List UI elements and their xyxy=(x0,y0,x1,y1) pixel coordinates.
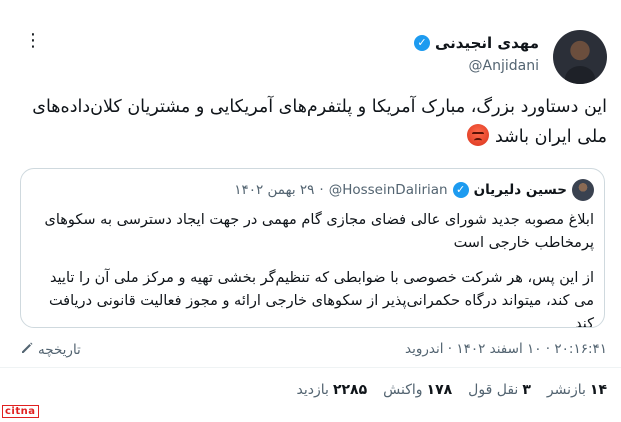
quoted-tweet[interactable]: حسین دلیریان ✓ @HosseinDalirian · ۲۹ بهم… xyxy=(20,168,605,328)
tweet-stats: ۱۴بازنشر ۳نقل قول ۱۷۸واکنش ۲۲۸۵بازدید xyxy=(297,382,607,398)
quoted-paragraph-2: از این پس، هر شرکت خصوصی با ضوابطی که تن… xyxy=(48,270,594,328)
more-options-icon[interactable]: ⋮ xyxy=(24,32,42,50)
views-stat[interactable]: ۲۲۸۵بازدید xyxy=(297,382,368,398)
divider xyxy=(0,367,621,368)
reactions-count: ۱۷۸ xyxy=(426,382,453,398)
reposts-stat[interactable]: ۱۴بازنشر xyxy=(547,382,607,398)
author-avatar[interactable] xyxy=(553,30,607,84)
quoted-author-name: حسین دلیریان xyxy=(473,182,567,198)
quotes-count: ۳ xyxy=(522,382,531,398)
quoted-author-handle: @HosseinDalirian xyxy=(328,182,448,198)
quotes-stat[interactable]: ۳نقل قول xyxy=(468,382,531,398)
quoted-verified-badge-icon: ✓ xyxy=(452,182,469,198)
angry-face-emoji-icon xyxy=(467,124,490,146)
reposts-label: بازنشر xyxy=(546,382,586,398)
author-name[interactable]: مهدی انجیدنی xyxy=(435,34,539,52)
pencil-icon xyxy=(20,341,34,359)
tweet-timestamp[interactable]: ۲۰:۱۶:۴۱ · ۱۰ اسفند ۱۴۰۲ · اندروید xyxy=(405,341,607,357)
author-name-row[interactable]: مهدی انجیدنی ✓ xyxy=(413,34,539,52)
quoted-author-avatar xyxy=(572,179,594,201)
views-label: بازدید xyxy=(296,382,329,398)
reactions-stat[interactable]: ۱۷۸واکنش xyxy=(383,382,452,398)
tweet-text-body: این دستاورد بزرگ، مبارک آمریکا و پلتفرم‌… xyxy=(32,97,607,147)
citna-logo: citna xyxy=(2,405,39,418)
reposts-count: ۱۴ xyxy=(589,382,607,398)
views-count: ۲۲۸۵ xyxy=(332,382,368,398)
edit-history-label: تاریخچه xyxy=(38,342,81,358)
tweet-header: مهدی انجیدنی ✓ @Anjidani ⋮ xyxy=(14,30,607,90)
edit-history-link[interactable]: تاریخچه xyxy=(20,341,81,359)
quoted-paragraph-1: ابلاغ مصوبه جدید شورای عالی فضای مجازی گ… xyxy=(44,212,594,251)
quoted-date: ۲۹ بهمن ۱۴۰۲ xyxy=(234,182,315,198)
quoted-tweet-header: حسین دلیریان ✓ @HosseinDalirian · ۲۹ بهم… xyxy=(234,179,594,201)
reactions-label: واکنش xyxy=(383,382,423,398)
author-handle[interactable]: @Anjidani xyxy=(469,58,539,74)
tweet-text: این دستاورد بزرگ، مبارک آمریکا و پلتفرم‌… xyxy=(14,92,607,152)
quotes-label: نقل قول xyxy=(468,382,519,398)
verified-badge-icon: ✓ xyxy=(413,35,430,51)
quoted-separator: · xyxy=(319,182,324,198)
quoted-tweet-body: ابلاغ مصوبه جدید شورای عالی فضای مجازی گ… xyxy=(31,209,594,328)
